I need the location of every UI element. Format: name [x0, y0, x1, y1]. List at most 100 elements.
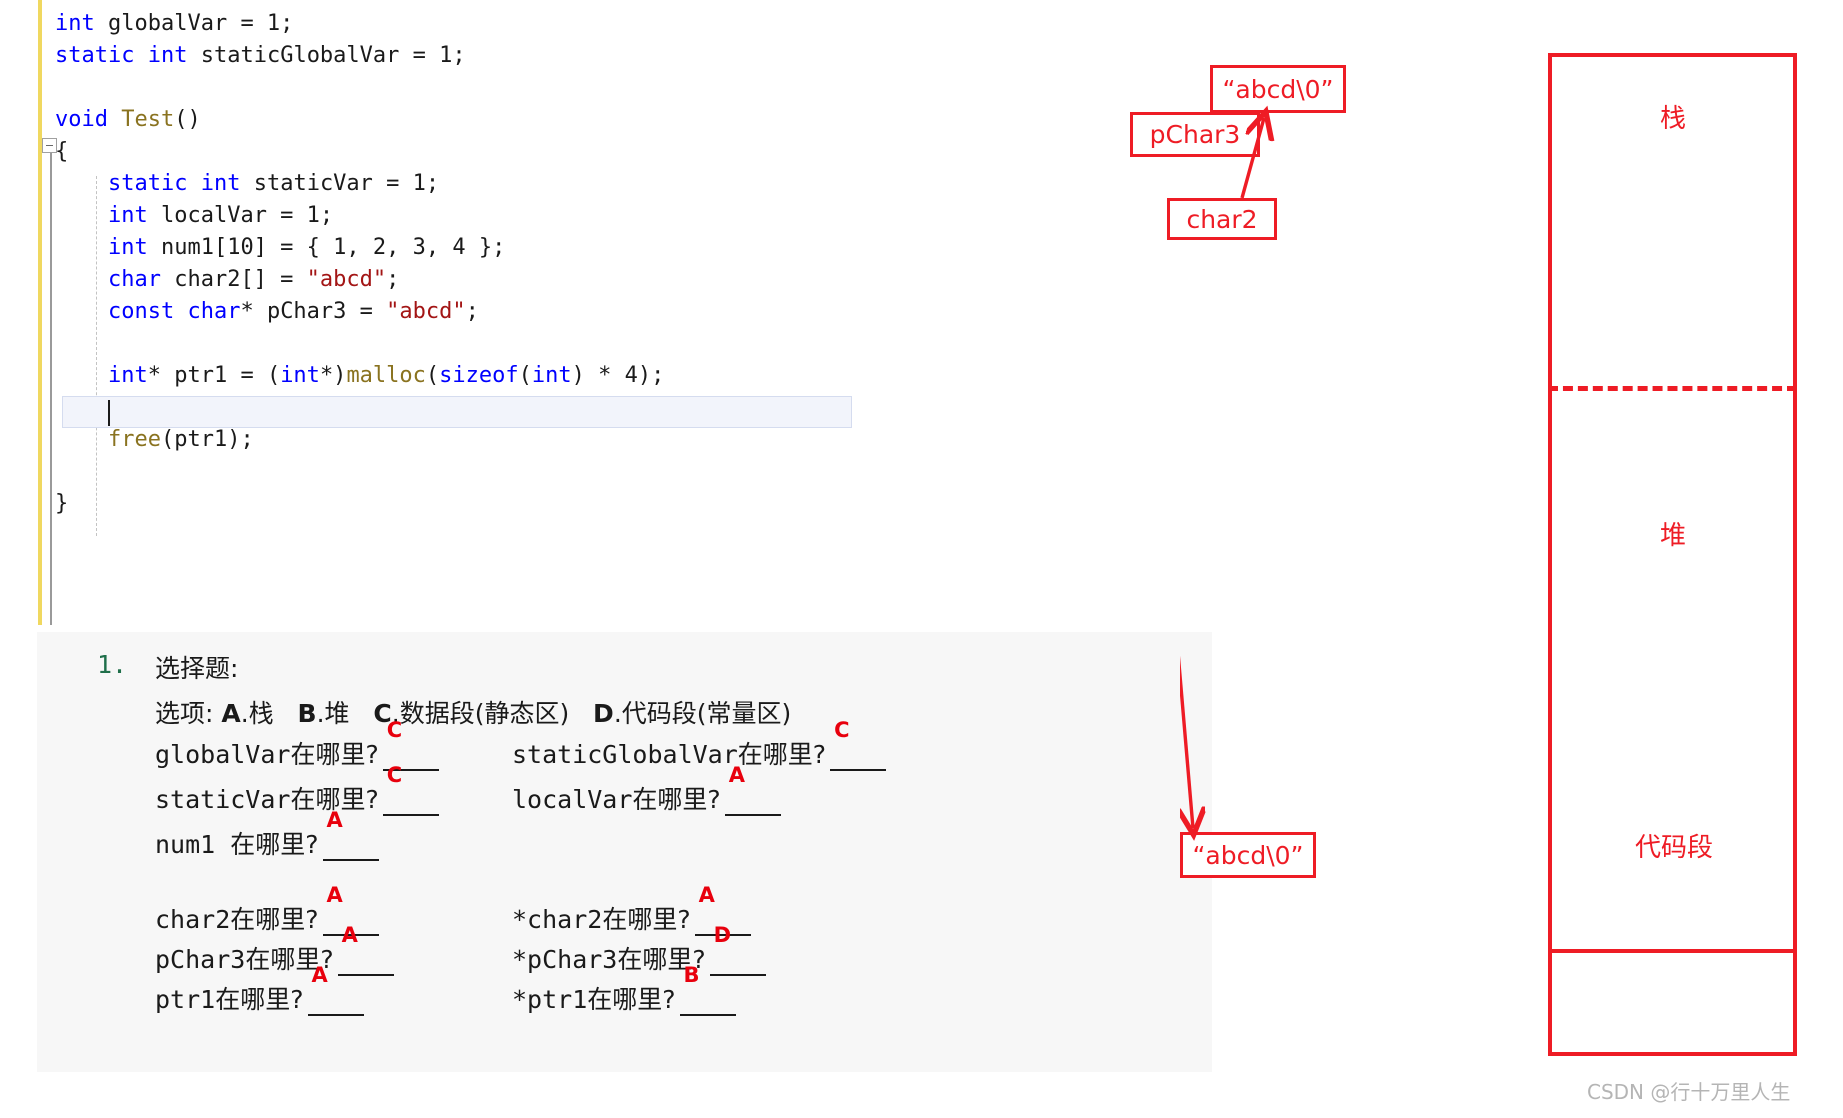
code-token: "abcd"	[386, 299, 466, 324]
quiz-row-left: num1 在哪里? A	[155, 808, 379, 861]
code-token: *)	[319, 363, 347, 388]
quiz-item-1-right-variable: localVar	[512, 785, 633, 814]
quiz-item-1-left-answer: C	[386, 763, 403, 787]
quiz-item-2-left-prompt: 在哪里?	[230, 830, 319, 859]
quiz-item-5-right: *ptr1在哪里? B	[512, 963, 736, 1016]
quiz-item-4-left-blank[interactable]: A	[337, 923, 394, 976]
quiz-item-1-right-prompt: 在哪里?	[632, 785, 721, 814]
quiz-item-3-right-variable: *char2	[512, 905, 603, 934]
memory-layout-diagram: 栈 堆 代码段 “abcd\0” pChar3 char2 “abcd\0” C…	[1130, 0, 1843, 1118]
quiz-item-5-left-prompt: 在哪里?	[215, 985, 304, 1014]
question-number: 1.	[97, 650, 128, 679]
code-token: ;	[465, 299, 479, 324]
annotation-abcd-string-bottom: “abcd\0”	[1180, 832, 1316, 878]
code-token: int	[147, 43, 188, 68]
quiz-item-1-right: localVar在哪里? A	[512, 763, 781, 816]
quiz-item-5-left: ptr1在哪里? A	[155, 963, 364, 1016]
code-token: (	[518, 363, 532, 388]
quiz-item-0-right-variable: staticGlobalVar	[512, 740, 738, 769]
code-line[interactable]: }	[55, 488, 664, 520]
code-token: int	[200, 171, 241, 196]
quiz-item-5-right-variable: *ptr1	[512, 985, 588, 1014]
annotation-abcd-string-top: “abcd\0”	[1210, 65, 1346, 113]
quiz-item-4-right-blank[interactable]: D	[709, 923, 766, 976]
structure-guide-line	[50, 140, 52, 625]
code-line[interactable]: const char* pChar3 = "abcd";	[55, 296, 664, 328]
code-token: * pChar3 =	[240, 299, 387, 324]
quiz-row-right: localVar在哪里? A	[512, 763, 781, 816]
code-token: num1[10] = { 1, 2, 3, 4 };	[147, 235, 506, 260]
code-token: const	[107, 299, 175, 324]
code-token: (	[425, 363, 440, 388]
code-token: {	[55, 139, 69, 164]
quiz-item-1-right-answer: A	[728, 763, 745, 787]
quiz-item-3-left-answer: A	[326, 883, 343, 907]
quiz-item-2-left-variable: num1	[155, 830, 231, 859]
code-token: int	[107, 235, 148, 260]
code-line[interactable]	[55, 456, 664, 488]
code-line[interactable]: int globalVar = 1;	[55, 8, 664, 40]
quiz-item-1-left-blank[interactable]: C	[382, 763, 439, 816]
option-text-b: .堆	[316, 699, 374, 728]
options-prefix: 选项:	[155, 699, 222, 728]
quiz-item-5-right-blank[interactable]: B	[679, 963, 736, 1016]
code-token: free	[107, 427, 161, 452]
code-line[interactable]: static int staticVar = 1;	[55, 168, 664, 200]
quiz-item-3-right-prompt: 在哪里?	[602, 905, 691, 934]
code-line[interactable]	[55, 392, 664, 424]
quiz-item-5-left-answer: A	[311, 963, 328, 987]
code-line[interactable]: int num1[10] = { 1, 2, 3, 4 };	[55, 232, 664, 264]
quiz-item-4-right: *pChar3在哪里? D	[512, 923, 766, 976]
code-token: int	[107, 363, 148, 388]
quiz-item-4-left-answer: A	[341, 923, 358, 947]
answer-options-line: 选项: A.栈 B.堆 C.数据段(静态区) D.代码段(常量区)	[155, 694, 791, 730]
quiz-item-4-left: pChar3在哪里? A	[155, 923, 394, 976]
code-line[interactable]: int localVar = 1;	[55, 200, 664, 232]
memory-column-outline	[1548, 53, 1797, 1056]
arrow-pchar3-to-code-string	[1180, 655, 1193, 828]
quiz-item-0-right-answer: C	[834, 718, 850, 742]
code-line[interactable]: char char2[] = "abcd";	[55, 264, 664, 296]
quiz-item-1-right-blank[interactable]: A	[724, 763, 781, 816]
question-title: 选择题:	[155, 654, 239, 683]
quiz-item-2-left: num1 在哪里? A	[155, 808, 379, 861]
code-line[interactable]: {	[55, 136, 664, 168]
option-text-a: .栈	[240, 699, 298, 728]
code-line[interactable]	[55, 328, 664, 360]
code-line[interactable]: static int staticGlobalVar = 1;	[55, 40, 664, 72]
code-token: int	[531, 363, 572, 388]
code-token: static	[55, 43, 135, 68]
code-token: int	[55, 11, 95, 36]
quiz-row-left: pChar3在哪里? A	[155, 923, 394, 976]
quiz-row-left: ptr1在哪里? A	[155, 963, 364, 1016]
quiz-item-0-right-blank[interactable]: C	[830, 718, 887, 771]
code-line[interactable]: int* ptr1 = (int*)malloc(sizeof(int) * 4…	[55, 360, 664, 392]
memory-region-code-label: 代码段	[1635, 833, 1714, 863]
code-token: int	[280, 363, 320, 388]
quiz-item-3-right-answer: A	[698, 883, 715, 907]
code-text[interactable]: int globalVar = 1; static int staticGloba…	[55, 8, 664, 520]
quiz-item-4-right-variable: *pChar3	[512, 945, 618, 974]
code-editor[interactable]: int globalVar = 1; static int staticGloba…	[0, 0, 1180, 630]
option-letter-b: B	[297, 699, 317, 728]
code-line[interactable]: free(ptr1);	[55, 424, 664, 456]
quiz-item-2-left-answer: A	[326, 808, 343, 832]
code-token: char	[187, 299, 241, 324]
option-text-d: .代码段(常量区)	[613, 699, 792, 728]
annotation-pchar3: pChar3	[1130, 112, 1260, 157]
quiz-item-0-right-prompt: 在哪里?	[737, 740, 827, 769]
code-line[interactable]: void Test()	[55, 104, 664, 136]
quiz-item-2-left-blank[interactable]: A	[322, 808, 379, 861]
quiz-item-1-left-variable: staticVar	[155, 785, 291, 814]
heap-code-divider	[1548, 949, 1797, 953]
code-line[interactable]	[55, 72, 664, 104]
quiz-item-5-left-blank[interactable]: A	[307, 963, 364, 1016]
code-token: staticGlobalVar = 1;	[187, 43, 466, 68]
code-token: * ptr1 = (	[147, 363, 281, 388]
quiz-item-3-left-prompt: 在哪里?	[230, 905, 319, 934]
